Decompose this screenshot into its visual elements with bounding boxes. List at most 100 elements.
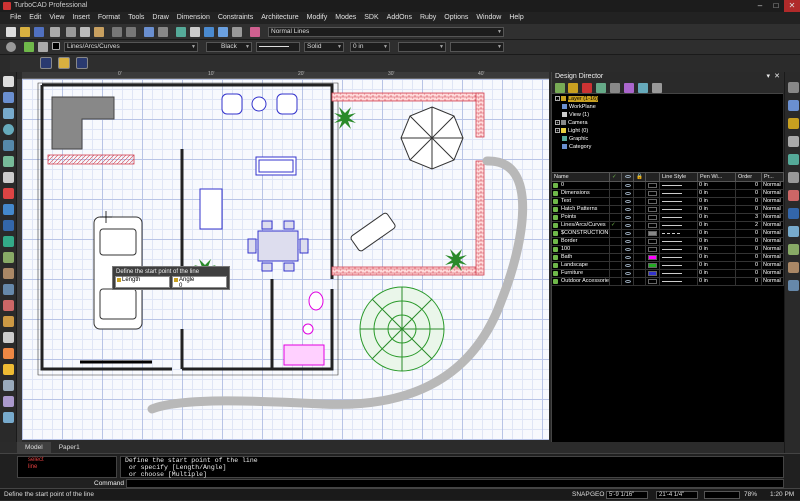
eye-icon[interactable] (622, 214, 634, 221)
menu-dimension[interactable]: Dimension (173, 12, 214, 24)
layer-color-cell[interactable] (646, 190, 660, 197)
layer-current-check[interactable] (610, 198, 622, 205)
text-tool-icon[interactable] (3, 172, 14, 183)
block-icon[interactable] (788, 262, 799, 273)
layer-current-check[interactable] (610, 270, 622, 277)
layer-color-cell[interactable] (646, 246, 660, 253)
menu-file[interactable]: File (6, 12, 25, 24)
layer-color-cell[interactable] (646, 262, 660, 269)
render-tool-icon[interactable] (3, 412, 14, 423)
layer-order[interactable]: 0 (736, 254, 762, 261)
layer-lock-cell[interactable] (634, 278, 646, 285)
layer-pr[interactable]: Normal (762, 206, 784, 213)
layer-pen-width[interactable]: 0 in (698, 246, 736, 253)
layer-pr[interactable]: Normal (762, 254, 784, 261)
menu-architecture[interactable]: Architecture (257, 12, 302, 24)
layer-color-cell[interactable] (646, 254, 660, 261)
layer-lock-cell[interactable] (634, 270, 646, 277)
layer-order[interactable]: 0 (736, 246, 762, 253)
layer-line-style[interactable] (660, 230, 698, 237)
tree-node-category[interactable]: Category (562, 144, 591, 151)
trim-tool-icon[interactable] (3, 348, 14, 359)
layer-pr[interactable]: Normal (762, 214, 784, 221)
menu-ruby[interactable]: Ruby (416, 12, 440, 24)
undo-icon[interactable] (112, 27, 122, 37)
snap-options-icon[interactable] (788, 226, 799, 237)
menu-insert[interactable]: Insert (68, 12, 94, 24)
layer-current-check[interactable] (610, 190, 622, 197)
drawing-canvas[interactable]: Define the start point of the line Lengt… (22, 79, 549, 440)
render-mode-icon[interactable] (788, 82, 799, 93)
col-lock[interactable]: 🔒 (634, 173, 646, 182)
layer-order[interactable]: 0 (736, 206, 762, 213)
menu-tools[interactable]: Tools (124, 12, 148, 24)
line-style-combo[interactable]: Solid ▼ (304, 42, 344, 52)
panel-close-icon[interactable]: ✕ (774, 72, 780, 82)
menu-draw[interactable]: Draw (148, 12, 172, 24)
layer-lock-cell[interactable] (634, 238, 646, 245)
layer-line-style[interactable] (660, 262, 698, 269)
eye-icon[interactable] (622, 254, 634, 261)
layer-line-style[interactable] (660, 198, 698, 205)
layer-row[interactable]: Points 0 in 3 Normal (552, 214, 784, 222)
close-button[interactable]: ✕ (784, 0, 800, 12)
tree-node-layer[interactable]: - Layer (1-16) (555, 96, 598, 103)
style-icon[interactable] (250, 27, 260, 37)
pattern-combo[interactable]: ▼ (398, 42, 446, 52)
measure-tool-icon[interactable] (3, 332, 14, 343)
layer-lock-cell[interactable] (634, 198, 646, 205)
layer-line-style[interactable] (660, 206, 698, 213)
layer-lock-cell[interactable] (634, 214, 646, 221)
eye-icon[interactable] (622, 238, 634, 245)
eye-icon[interactable] (622, 278, 634, 285)
layer-row[interactable]: Dimensions 0 in 0 Normal (552, 190, 784, 198)
layer-order[interactable]: 0 (736, 190, 762, 197)
col-pen-width[interactable]: Pen Wi... (698, 173, 736, 182)
layer-order[interactable]: 0 (736, 182, 762, 189)
gear-icon[interactable] (6, 42, 16, 52)
layer-current-check[interactable] (610, 214, 622, 221)
layer-lock-cell[interactable] (634, 222, 646, 229)
tree-node-view[interactable]: View (1) (562, 112, 589, 119)
snap-grid-icon[interactable] (76, 57, 88, 69)
pointer-icon[interactable] (3, 76, 14, 87)
eye-icon[interactable] (622, 246, 634, 253)
layer-props-icon[interactable] (568, 83, 578, 93)
layer-lock-cell[interactable] (634, 206, 646, 213)
render-icon[interactable] (190, 27, 200, 37)
layer-pr[interactable]: Normal (762, 238, 784, 245)
layer-pr[interactable]: Normal (762, 262, 784, 269)
menu-constraints[interactable]: Constraints (214, 12, 257, 24)
layer-color-cell[interactable] (646, 182, 660, 189)
layer-line-style[interactable] (660, 182, 698, 189)
circle-tool-icon[interactable] (3, 124, 14, 135)
properties-icon[interactable] (158, 27, 168, 37)
layer-color-cell[interactable] (646, 198, 660, 205)
col-check[interactable]: ✓ (610, 173, 622, 182)
hatch-tool-icon[interactable] (3, 204, 14, 215)
dimension-tool-icon[interactable] (3, 188, 14, 199)
layer-pr[interactable]: Normal (762, 278, 784, 285)
tree-node-graphic[interactable]: Graphic (562, 136, 588, 143)
layer-lock-cell[interactable] (634, 190, 646, 197)
style-combo[interactable]: Normal Lines ▼ (268, 27, 504, 37)
library-icon[interactable] (788, 244, 799, 255)
maximize-button[interactable]: □ (768, 0, 784, 12)
layer-current-check[interactable]: ✓ (610, 222, 622, 229)
layer-row[interactable]: Hatch Patterns 0 in 0 Normal (552, 206, 784, 214)
wall-tool-icon[interactable] (3, 252, 14, 263)
col-pr[interactable]: Pr... (762, 173, 784, 182)
menu-view[interactable]: View (45, 12, 68, 24)
tree-node-light[interactable]: + Light (0) (555, 128, 588, 135)
layer-combo[interactable]: Lines/Arcs/Curves ▼ (64, 42, 198, 52)
layer-color-cell[interactable] (646, 206, 660, 213)
open-file-icon[interactable] (20, 27, 30, 37)
layer-lock-cell[interactable] (634, 182, 646, 189)
layer-order[interactable]: 3 (736, 214, 762, 221)
layer-pen-width[interactable]: 0 in (698, 262, 736, 269)
print-icon[interactable] (50, 27, 60, 37)
layer-line-style[interactable] (660, 214, 698, 221)
material-icon[interactable] (788, 154, 799, 165)
eye-icon[interactable] (622, 270, 634, 277)
layer-current-check[interactable] (610, 246, 622, 253)
